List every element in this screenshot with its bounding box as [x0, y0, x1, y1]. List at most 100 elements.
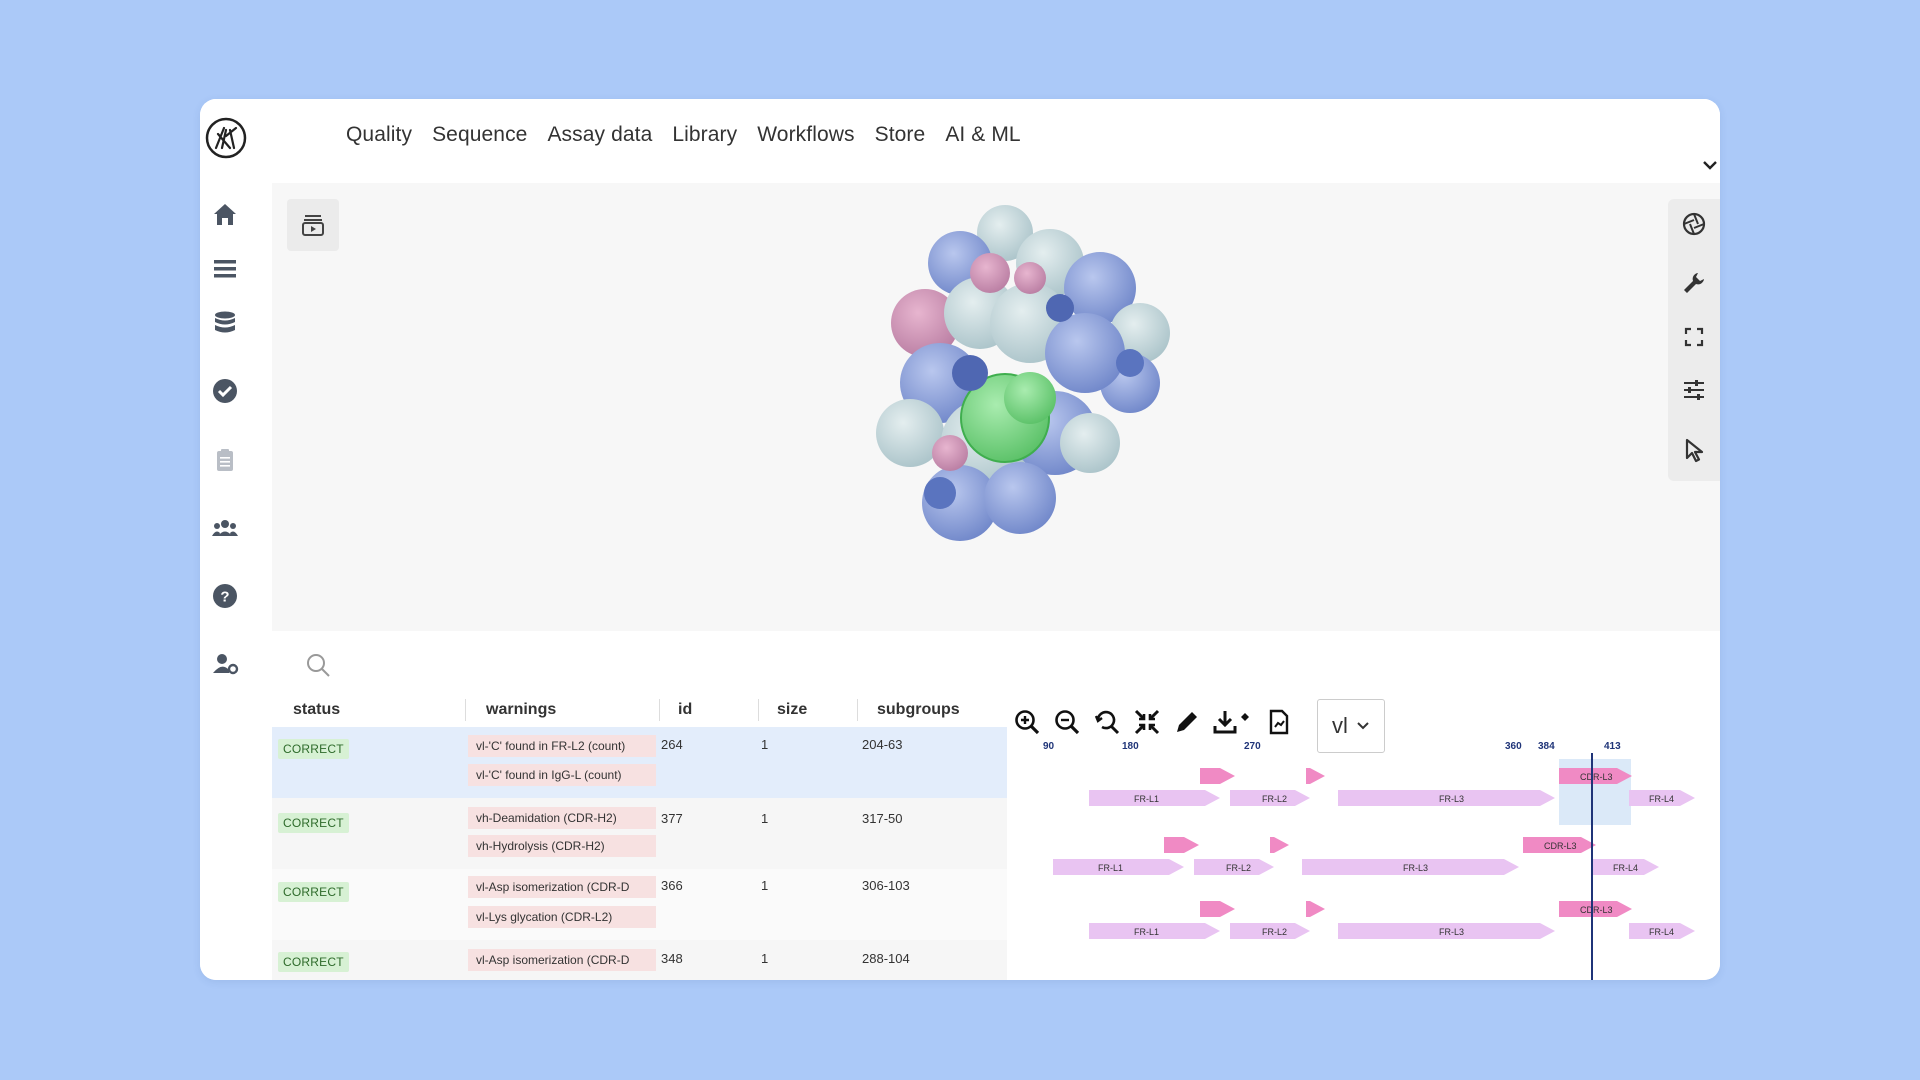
region-label: FR-L2 — [1262, 794, 1287, 804]
database-icon[interactable] — [211, 309, 239, 337]
region-label: FR-L4 — [1613, 863, 1638, 873]
warning-tag: vh-Deamidation (CDR-H2) — [468, 807, 656, 829]
cell-id: 366 — [661, 878, 683, 893]
app-window: Quality Sequence Assay data Library Work… — [200, 99, 1720, 980]
check-circle-icon[interactable] — [211, 377, 239, 405]
region-label: FR-L4 — [1649, 794, 1674, 804]
warning-tag: vh-Hydrolysis (CDR-H2) — [468, 835, 656, 857]
clipboard-icon[interactable] — [211, 446, 239, 474]
nav-workflows[interactable]: Workflows — [757, 123, 854, 147]
nav-sequence[interactable]: Sequence — [432, 123, 527, 147]
position-label: 90 — [1043, 741, 1055, 752]
users-icon[interactable] — [211, 514, 239, 542]
fit-to-view-icon[interactable] — [1132, 707, 1162, 737]
sequence-toolbar: vl — [1012, 699, 1385, 753]
protein-surface-image[interactable] — [830, 193, 1210, 563]
svg-text:?: ? — [220, 589, 229, 606]
cell-subgroups: 288-104 — [862, 951, 910, 966]
pencil-icon[interactable] — [1172, 707, 1202, 737]
region-label: FR-L1 — [1134, 794, 1159, 804]
camera-aperture-icon[interactable] — [1681, 211, 1707, 237]
chevron-down-icon[interactable] — [1700, 155, 1720, 175]
header-subgroups[interactable]: subgroups — [877, 701, 960, 719]
cell-size: 1 — [761, 811, 769, 826]
cell-id: 264 — [661, 737, 683, 752]
cell-subgroups: 306-103 — [862, 878, 910, 893]
reset-zoom-icon[interactable] — [1092, 707, 1122, 737]
region-label: FR-L1 — [1134, 927, 1159, 937]
table-row[interactable]: CORRECT vh-Deamidation (CDR-H2) vh-Hydro… — [272, 798, 1007, 869]
column-divider — [758, 699, 759, 721]
region-label: FR-L2 — [1262, 927, 1287, 937]
header-id[interactable]: id — [678, 701, 692, 719]
cell-id: 348 — [661, 951, 683, 966]
nav-store[interactable]: Store — [875, 123, 926, 147]
chevron-down-icon — [1357, 722, 1369, 730]
chain-select-value: vl — [1332, 713, 1348, 738]
menu-icon[interactable] — [211, 255, 239, 283]
zoom-in-icon[interactable] — [1012, 707, 1042, 737]
warning-tag: vl-'C' found in IgG-L (count) — [468, 764, 656, 786]
download-icon[interactable] — [1212, 707, 1254, 737]
table-row[interactable]: CORRECT vl-'C' found in FR-L2 (count) vl… — [272, 727, 1007, 798]
sidebar: ? — [200, 183, 272, 980]
sliders-icon[interactable] — [1681, 377, 1707, 403]
structure-viewer[interactable] — [272, 183, 1720, 631]
status-badge: CORRECT — [278, 882, 349, 902]
column-divider — [659, 699, 660, 721]
table-search[interactable] — [272, 631, 1720, 691]
cell-size: 1 — [761, 878, 769, 893]
fullscreen-icon[interactable] — [1681, 324, 1707, 350]
sequence-annotation-track[interactable]: FR-L1 FR-L2 FR-L3 CDR-L3 FR-L4 FR-L1 FR-… — [1007, 753, 1720, 980]
viewer-panel-button[interactable] — [287, 199, 339, 251]
column-divider — [857, 699, 858, 721]
pointer-icon[interactable] — [1681, 437, 1707, 463]
playlist-play-icon — [302, 215, 324, 236]
logo-icon[interactable] — [204, 116, 248, 160]
nav-assay-data[interactable]: Assay data — [547, 123, 652, 147]
position-label: 413 — [1604, 741, 1621, 752]
header-warnings[interactable]: warnings — [486, 701, 556, 719]
table-row[interactable]: CORRECT vl-Asp isomerization (CDR-D vl-L… — [272, 869, 1007, 940]
region-label: CDR-L3 — [1580, 905, 1613, 915]
position-label: 360 — [1505, 741, 1522, 752]
wrench-icon[interactable] — [1681, 270, 1707, 296]
main-nav: Quality Sequence Assay data Library Work… — [346, 123, 1041, 147]
chain-select[interactable]: vl — [1317, 699, 1385, 753]
table-row[interactable]: CORRECT vl-Asp isomerization (CDR-D 348 … — [272, 940, 1007, 980]
region-label: FR-L2 — [1226, 863, 1251, 873]
nav-ai-ml[interactable]: AI & ML — [945, 123, 1020, 147]
position-label: 180 — [1122, 741, 1139, 752]
nav-library[interactable]: Library — [672, 123, 737, 147]
status-badge: CORRECT — [278, 952, 349, 972]
export-report-icon[interactable] — [1264, 707, 1294, 737]
cell-size: 1 — [761, 737, 769, 752]
cell-subgroups: 204-63 — [862, 737, 903, 752]
warning-tag: vl-'C' found in FR-L2 (count) — [468, 735, 656, 757]
viewer-toolbar — [1668, 199, 1720, 481]
region-label: CDR-L3 — [1580, 772, 1613, 782]
sequence-viewer: vl 90 180 270 360 384 413 FR-L1 FR-L2 FR… — [1007, 691, 1720, 980]
position-label: 270 — [1244, 741, 1261, 752]
search-icon[interactable] — [304, 651, 332, 679]
warning-tag: vl-Lys glycation (CDR-L2) — [468, 906, 656, 928]
nav-quality[interactable]: Quality — [346, 123, 412, 147]
header-size[interactable]: size — [777, 701, 807, 719]
region-label: CDR-L3 — [1544, 841, 1577, 851]
status-badge: CORRECT — [278, 739, 349, 759]
help-icon[interactable]: ? — [211, 582, 239, 610]
user-settings-icon[interactable] — [211, 650, 239, 678]
region-label: FR-L4 — [1649, 927, 1674, 937]
cell-id: 377 — [661, 811, 683, 826]
region-label: FR-L3 — [1403, 863, 1428, 873]
column-divider — [465, 699, 466, 721]
warning-tag: vl-Asp isomerization (CDR-D — [468, 876, 656, 898]
zoom-out-icon[interactable] — [1052, 707, 1082, 737]
region-label: FR-L1 — [1098, 863, 1123, 873]
position-label: 384 — [1538, 741, 1555, 752]
header-status[interactable]: status — [293, 701, 340, 719]
region-label: FR-L3 — [1439, 794, 1464, 804]
status-badge: CORRECT — [278, 813, 349, 833]
home-icon[interactable] — [211, 200, 239, 228]
cell-subgroups: 317-50 — [862, 811, 903, 826]
